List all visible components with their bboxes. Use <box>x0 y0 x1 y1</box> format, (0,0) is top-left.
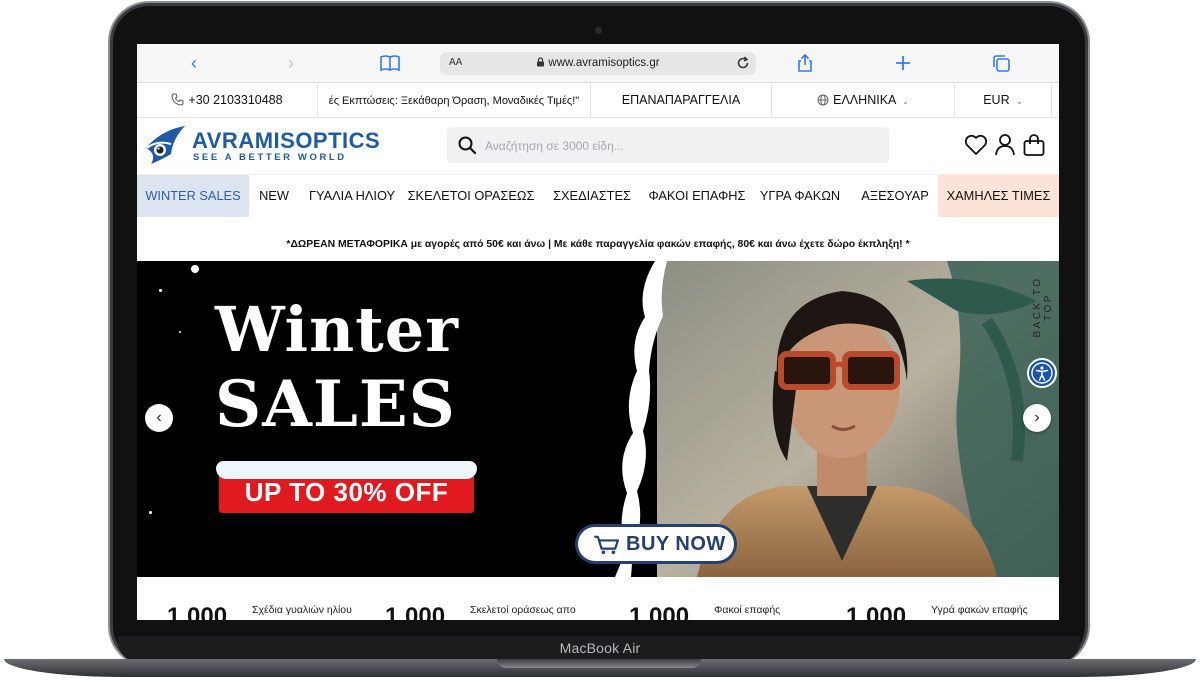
chevron-down-icon: ⌄ <box>1016 97 1023 106</box>
discount-text: UP TO 30% OFF <box>244 477 449 507</box>
phone-link[interactable]: +30 2103310488 <box>137 83 318 117</box>
stat-number: 1.000 <box>385 603 446 620</box>
nav-item-new[interactable]: NEW <box>249 175 299 217</box>
nav-item-eyeglass-frames[interactable]: ΣΚΕΛΕΤΟΙ ΟΡΑΣΕΩΣ <box>405 175 537 217</box>
accessibility-icon[interactable] <box>1027 358 1057 388</box>
globe-icon <box>817 94 829 106</box>
snow-dot <box>191 265 199 273</box>
logo-tagline: SEE A BETTER WORLD <box>193 152 347 163</box>
phone-icon <box>171 93 184 106</box>
search-bar <box>447 127 889 165</box>
currency-selector[interactable]: EUR ⌄ <box>955 83 1052 117</box>
shopping-cart-icon <box>594 535 619 555</box>
accessibility-person-icon <box>1031 362 1053 384</box>
tabs-overview-icon[interactable] <box>992 54 1011 73</box>
account-user-icon[interactable] <box>992 132 1018 158</box>
share-icon[interactable] <box>795 53 815 73</box>
hero-title-sales: SALES <box>215 367 456 442</box>
reorder-link[interactable]: ΕΠΑΝΑΠΑΡΑΓΓΕΛΙΑ <box>591 83 772 117</box>
logo-name: AVRAMISOPTICS <box>192 128 381 153</box>
nav-item-lens-solutions[interactable]: ΥΓΡΑ ΦΑΚΩΝ <box>752 175 848 217</box>
announcement-marquee: ές Εκπτώσεις: Ξεκάθαρη Όραση, Μοναδικές … <box>318 83 591 117</box>
reload-icon[interactable] <box>736 56 750 70</box>
currency-label: EUR <box>983 93 1010 107</box>
nav-item-low-prices[interactable]: ΧΑΜΗΛΕΣ ΤΙΜΕΣ <box>938 175 1059 217</box>
nav-item-designers[interactable]: ΣΧΕΔΙΑΣΤΕΣ <box>537 175 647 217</box>
wishlist-heart-icon[interactable] <box>963 132 989 158</box>
cart-bag-icon[interactable] <box>1021 132 1047 158</box>
browser-toolbar: ‹ › AA www.avramisoptics.gr <box>137 44 1059 83</box>
stat-label: Φακοί επαφής <box>714 604 781 616</box>
address-bar[interactable]: AA www.avramisoptics.gr <box>440 52 756 75</box>
search-icon[interactable] <box>457 135 477 155</box>
back-arrow-icon[interactable]: ‹ <box>182 53 206 73</box>
stats-row: 1.000 Σχέδια γυαλιών ηλίου 1.000 Σκελετο… <box>137 577 1059 620</box>
laptop-model-label: MacBook Air <box>559 640 641 656</box>
nav-item-accessories[interactable]: ΑΞΕΣΟΥΑΡ <box>853 175 937 217</box>
snow-dot <box>149 511 152 514</box>
stat-label: Σκελετοί οράσεως απο <box>470 604 576 616</box>
nav-item-sunglasses[interactable]: ΓΥΑΛΙΑ ΗΛΙΟΥ <box>299 175 405 217</box>
hero-title-winter: Winter <box>215 293 459 366</box>
laptop-hinge-notch <box>497 659 701 668</box>
buy-now-button[interactable]: BUY NOW <box>575 524 737 564</box>
buy-now-label: BUY NOW <box>626 533 726 555</box>
browser-screen: ‹ › AA www.avramisoptics.gr +30 21033104… <box>137 44 1059 620</box>
main-nav: WINTER SALES NEW ΓΥΑΛΙΑ ΗΛΙΟΥ ΣΚΕΛΕΤΟΙ Ο… <box>137 174 1059 217</box>
stat-number: 1.000 <box>167 603 228 620</box>
slider-prev-arrow-icon[interactable]: ‹ <box>145 404 173 432</box>
hero-slider: Winter SALES UP TO 30% OFF BUY NOW ‹ › B… <box>137 261 1059 577</box>
shipping-promo-banner: *ΔΩΡΕΑΝ ΜΕΤΑΦΟΡΙΚΑ με αγορές από 50€ και… <box>286 239 910 250</box>
forward-arrow-icon[interactable]: › <box>279 53 303 73</box>
stat-label: Σχέδια γυαλιών ηλίου <box>252 604 352 616</box>
nav-item-winter-sales[interactable]: WINTER SALES <box>137 175 249 217</box>
back-to-top-label: BACK TO TOP <box>1032 276 1054 338</box>
slider-next-arrow-icon[interactable]: › <box>1023 404 1051 432</box>
bookmarks-icon[interactable] <box>379 53 401 73</box>
utility-bar: +30 2103310488 ές Εκπτώσεις: Ξεκάθαρη Όρ… <box>137 83 1059 118</box>
stat-label: Υγρά φακών επαφής <box>931 604 1028 616</box>
chevron-down-icon: ⌄ <box>902 97 909 106</box>
stat-number: 1.000 <box>629 603 690 620</box>
new-tab-icon[interactable] <box>894 54 912 72</box>
url-text: www.avramisoptics.gr <box>548 57 660 69</box>
language-selector[interactable]: ΕΛΛΗΝΙΚΑ ⌄ <box>772 83 955 117</box>
search-input[interactable] <box>483 127 883 165</box>
snow-dot <box>159 289 162 292</box>
site-header: AVRAMISOPTICS SEE A BETTER WORLD <box>137 118 1059 174</box>
snow-dot <box>179 331 181 333</box>
lock-icon <box>537 57 545 67</box>
back-to-top-button[interactable]: BACK TO TOP <box>1032 261 1054 353</box>
discount-badge: UP TO 30% OFF <box>216 461 477 513</box>
logo-eye-icon <box>146 126 185 164</box>
language-label: ΕΛΛΗΝΙΚΑ <box>833 93 896 107</box>
nav-item-contact-lenses[interactable]: ΦΑΚΟΙ ΕΠΑΦΗΣ <box>647 175 747 217</box>
phone-number: +30 2103310488 <box>188 93 283 107</box>
marquee-text: ές Εκπτώσεις: Ξεκάθαρη Όραση, Μοναδικές … <box>328 95 580 107</box>
reorder-label: ΕΠΑΝΑΠΑΡΑΓΓΕΛΙΑ <box>621 93 741 107</box>
camera <box>595 27 602 34</box>
stat-number: 1.000 <box>846 603 907 620</box>
